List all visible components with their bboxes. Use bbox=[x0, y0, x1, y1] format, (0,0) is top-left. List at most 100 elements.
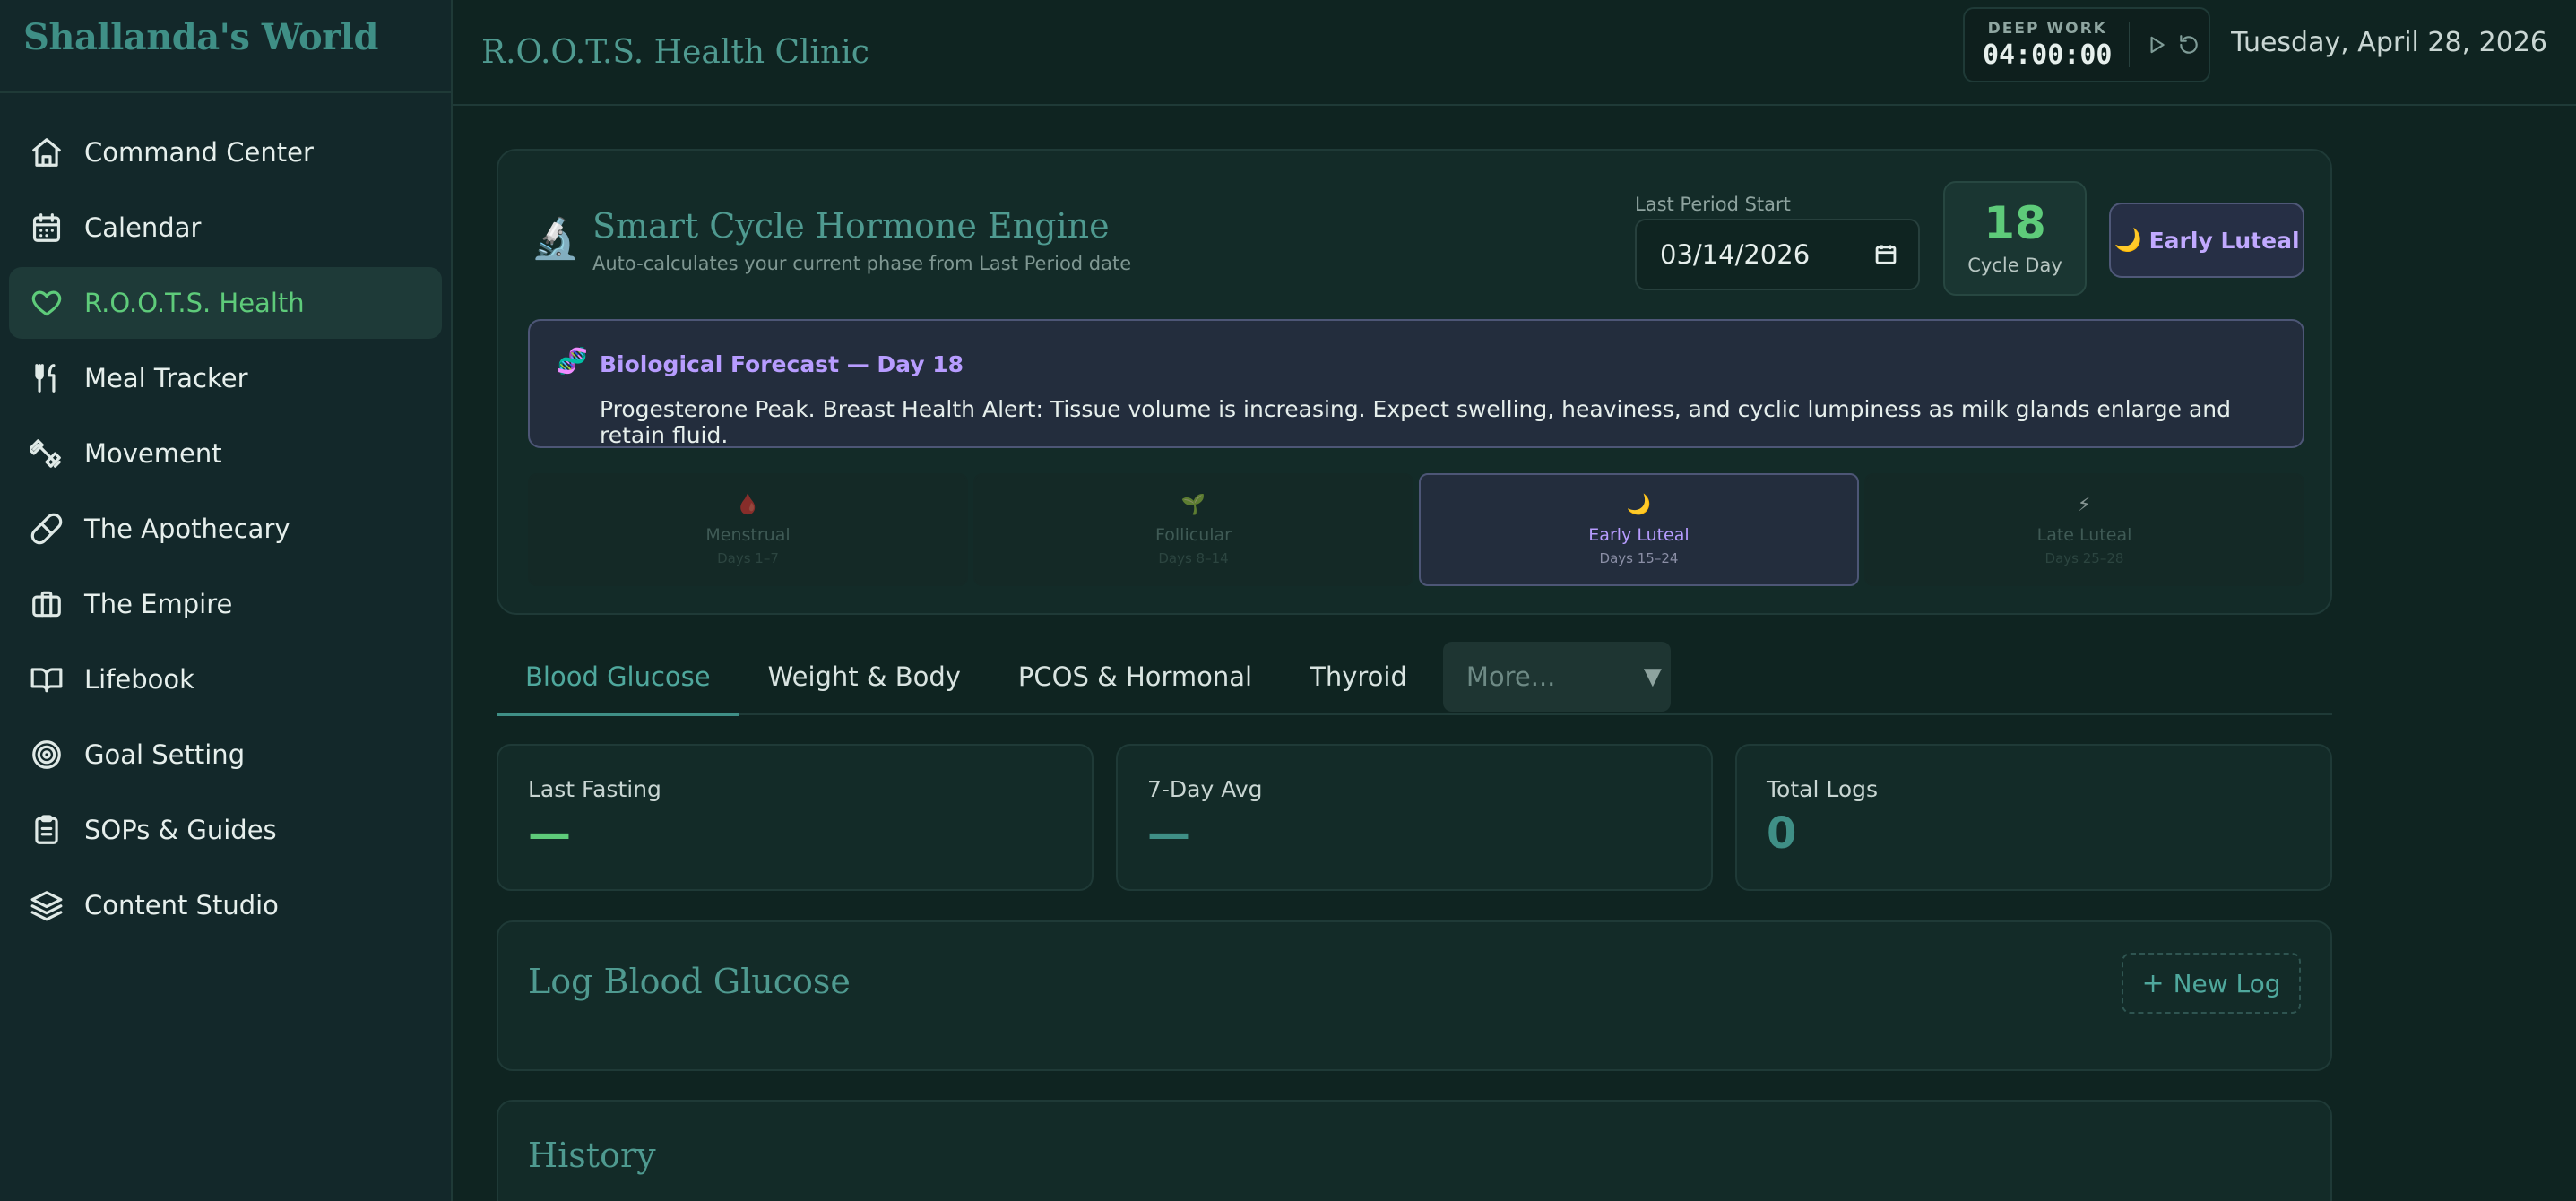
page-title: R.O.O.T.S. Health Clinic bbox=[481, 33, 869, 71]
phase-menstrual[interactable]: 🩸 Menstrual Days 1–7 bbox=[528, 473, 968, 586]
sidebar-item-meal-tracker[interactable]: Meal Tracker bbox=[9, 342, 442, 414]
stat-value: — bbox=[528, 808, 571, 859]
last-period-date-input[interactable]: 03/14/2026 bbox=[1635, 219, 1920, 290]
more-tabs-label: More... bbox=[1465, 661, 1556, 692]
deep-work-display: DEEP WORK 04:00:00 bbox=[1983, 20, 2113, 71]
history-card: History bbox=[497, 1100, 2332, 1201]
book-icon bbox=[29, 661, 65, 697]
stat-label: Last Fasting bbox=[528, 776, 661, 802]
sidebar-item-sops-guides[interactable]: SOPs & Guides bbox=[9, 794, 442, 866]
last-period-label: Last Period Start bbox=[1635, 194, 1791, 215]
new-log-label: New Log bbox=[2173, 968, 2281, 998]
biological-forecast: 🧬 Biological Forecast — Day 18 Progester… bbox=[528, 319, 2304, 448]
sidebar-item-label: Calendar bbox=[84, 212, 202, 243]
sidebar-item-movement[interactable]: Movement bbox=[9, 418, 442, 489]
sidebar-item-apothecary[interactable]: The Apothecary bbox=[9, 493, 442, 565]
microscope-icon: 🔬 bbox=[531, 216, 580, 262]
dna-icon: 🧬 bbox=[557, 346, 588, 376]
sidebar-item-label: Lifebook bbox=[84, 664, 194, 695]
phase-name: Menstrual bbox=[705, 524, 791, 545]
clipboard-icon bbox=[29, 812, 65, 848]
sidebar-item-label: The Empire bbox=[84, 589, 233, 619]
sidebar-item-label: The Apothecary bbox=[84, 514, 290, 544]
phase-early-luteal[interactable]: 🌙 Early Luteal Days 15–24 bbox=[1419, 473, 1859, 586]
drop-icon: 🩸 bbox=[735, 493, 761, 516]
sidebar-item-command-center[interactable]: Command Center bbox=[9, 117, 442, 188]
deep-work-time: 04:00:00 bbox=[1983, 39, 2113, 71]
phase-selector: 🩸 Menstrual Days 1–7 🌱 Follicular Days 8… bbox=[528, 473, 2304, 586]
more-tabs-dropdown[interactable]: More... ▼ bbox=[1442, 642, 1671, 712]
new-log-button[interactable]: + New Log bbox=[2122, 953, 2301, 1014]
pill-icon bbox=[29, 511, 65, 547]
brand-title: Shallanda's World bbox=[23, 16, 378, 58]
stat-label: 7-Day Avg bbox=[1147, 776, 1263, 802]
sidebar-item-roots-health[interactable]: R.O.O.T.S. Health bbox=[9, 267, 442, 339]
layers-icon bbox=[29, 887, 65, 923]
stat-total-logs: Total Logs 0 bbox=[1735, 744, 2332, 891]
sidebar-item-content-studio[interactable]: Content Studio bbox=[9, 869, 442, 941]
deep-work-label: DEEP WORK bbox=[1987, 19, 2107, 38]
sidebar-nav: Command Center Calendar R.O.O.T.S. Healt… bbox=[0, 93, 451, 945]
cycle-engine-title: Smart Cycle Hormone Engine bbox=[592, 206, 1110, 246]
sidebar-item-label: Meal Tracker bbox=[84, 363, 248, 393]
deep-work-timer: DEEP WORK 04:00:00 bbox=[1963, 7, 2210, 82]
home-icon bbox=[29, 134, 65, 170]
log-card-title: Log Blood Glucose bbox=[528, 962, 851, 1001]
briefcase-icon bbox=[29, 586, 65, 622]
log-blood-glucose-card: Log Blood Glucose + New Log bbox=[497, 920, 2332, 1071]
current-phase-label: Early Luteal bbox=[2148, 227, 2300, 254]
stat-7-day-avg: 7-Day Avg — bbox=[1116, 744, 1713, 891]
tab-thyroid[interactable]: Thyroid bbox=[1281, 639, 1436, 714]
reset-icon bbox=[2180, 35, 2198, 54]
cycle-engine-card: 🔬 Smart Cycle Hormone Engine Auto-calcul… bbox=[497, 149, 2332, 615]
cycle-day-label: Cycle Day bbox=[1967, 255, 2062, 276]
tab-weight-body[interactable]: Weight & Body bbox=[739, 639, 990, 714]
phase-follicular[interactable]: 🌱 Follicular Days 8–14 bbox=[973, 473, 1413, 586]
target-icon bbox=[29, 737, 65, 773]
stat-label: Total Logs bbox=[1767, 776, 1879, 802]
sidebar-item-goal-setting[interactable]: Goal Setting bbox=[9, 719, 442, 791]
phase-days: Days 1–7 bbox=[717, 549, 779, 566]
moon-icon: 🌙 bbox=[1626, 493, 1652, 516]
current-date: Tuesday, April 28, 2026 bbox=[2231, 27, 2547, 58]
sidebar-item-calendar[interactable]: Calendar bbox=[9, 192, 442, 264]
tab-blood-glucose[interactable]: Blood Glucose bbox=[497, 639, 739, 716]
phase-late-luteal[interactable]: ⚡ Late Luteal Days 25–28 bbox=[1864, 473, 2304, 586]
heart-icon bbox=[29, 285, 65, 321]
timer-play-button[interactable] bbox=[2144, 27, 2169, 63]
phase-days: Days 8–14 bbox=[1158, 549, 1229, 566]
sidebar-item-label: Content Studio bbox=[84, 890, 279, 920]
moon-icon: 🌙 bbox=[2114, 227, 2142, 253]
sidebar-item-empire[interactable]: The Empire bbox=[9, 568, 442, 640]
phase-name: Late Luteal bbox=[2036, 524, 2132, 545]
top-bar: R.O.O.T.S. Health Clinic DEEP WORK 04:00… bbox=[453, 0, 2576, 106]
sidebar-item-lifebook[interactable]: Lifebook bbox=[9, 644, 442, 715]
phase-days: Days 25–28 bbox=[2044, 549, 2124, 566]
calendar-picker-icon[interactable] bbox=[1873, 242, 1898, 267]
sidebar-item-label: SOPs & Guides bbox=[84, 815, 277, 845]
phase-name: Follicular bbox=[1155, 524, 1232, 545]
sidebar-item-label: Goal Setting bbox=[84, 739, 246, 770]
last-period-date-value: 03/14/2026 bbox=[1660, 239, 1811, 270]
timer-divider bbox=[2128, 22, 2130, 67]
timer-reset-button[interactable] bbox=[2176, 27, 2201, 63]
sprout-icon: 🌱 bbox=[1180, 493, 1206, 516]
play-icon bbox=[2150, 36, 2165, 54]
sidebar-item-label: Command Center bbox=[84, 137, 314, 168]
stat-last-fasting: Last Fasting — bbox=[497, 744, 1094, 891]
phase-days: Days 15–24 bbox=[1599, 549, 1679, 566]
stat-value: — bbox=[1147, 808, 1190, 859]
caret-down-icon: ▼ bbox=[1643, 663, 1662, 690]
tab-pcos-hormonal[interactable]: PCOS & Hormonal bbox=[990, 639, 1281, 714]
sidebar: Shallanda's World Command Center Calenda… bbox=[0, 0, 453, 1201]
stat-value: 0 bbox=[1767, 808, 1797, 859]
phase-name: Early Luteal bbox=[1588, 524, 1690, 545]
current-phase-badge: 🌙 Early Luteal bbox=[2109, 203, 2304, 278]
forecast-title: Biological Forecast — Day 18 bbox=[600, 351, 964, 377]
forecast-text: Progesterone Peak. Breast Health Alert: … bbox=[600, 396, 2231, 448]
plus-icon: + bbox=[2141, 967, 2165, 999]
sidebar-item-label: R.O.O.T.S. Health bbox=[84, 288, 305, 318]
cycle-engine-subtitle: Auto-calculates your current phase from … bbox=[592, 253, 1132, 274]
utensils-icon bbox=[29, 360, 65, 396]
main-content: R.O.O.T.S. Health Clinic DEEP WORK 04:00… bbox=[453, 0, 2576, 1201]
